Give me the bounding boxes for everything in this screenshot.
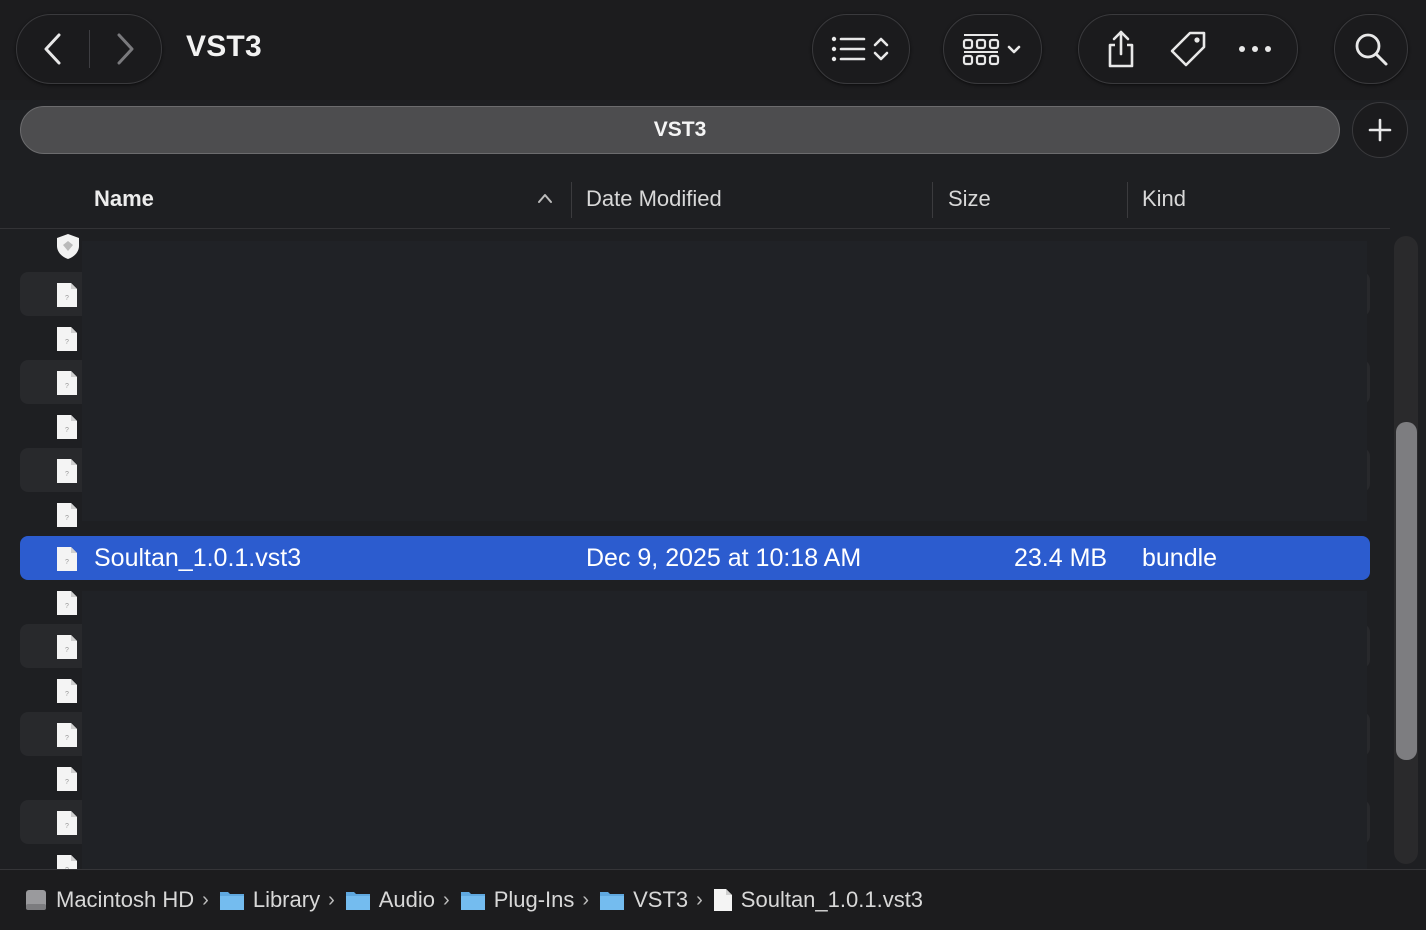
svg-text:?: ? [65, 691, 69, 698]
sort-ascending-icon [538, 194, 552, 203]
plus-icon [1368, 118, 1392, 142]
folder-icon [460, 892, 485, 910]
chevron-right-icon: › [696, 888, 703, 911]
file-icon: ? [57, 635, 77, 659]
actions-group [1078, 14, 1298, 84]
more-button[interactable] [1225, 15, 1285, 83]
tag-icon [1170, 31, 1206, 67]
breadcrumb-label: Audio [378, 887, 436, 912]
window-title: VST3 [186, 30, 262, 63]
file-list: ? ? ? ? ? ? ? Soultan_1.0.1.vst3 Dec 9, … [0, 229, 1390, 869]
toolbar: VST3 [0, 0, 1426, 100]
file-icon: ? [57, 855, 77, 869]
column-divider[interactable] [571, 182, 572, 218]
scrollbar-thumb[interactable] [1396, 422, 1417, 760]
file-icon: ? [57, 503, 77, 527]
breadcrumb-label: VST3 [633, 887, 689, 912]
navigation-group [16, 14, 162, 84]
share-button[interactable] [1091, 15, 1151, 83]
svg-text:?: ? [65, 647, 69, 654]
file-icon: ? [57, 371, 77, 395]
file-date-modified: Dec 9, 2025 at 10:18 AM [586, 544, 862, 572]
svg-text:?: ? [65, 603, 69, 610]
chevron-right-icon: › [582, 888, 590, 911]
back-button[interactable] [17, 15, 89, 83]
breadcrumb-item-library[interactable]: Library › [219, 887, 345, 913]
disk-icon [26, 890, 46, 910]
svg-text:?: ? [65, 427, 69, 434]
list-item-selected[interactable]: ? Soultan_1.0.1.vst3 Dec 9, 2025 at 10:1… [20, 536, 1370, 580]
file-name: Soultan_1.0.1.vst3 [94, 544, 302, 572]
list-view-icon [831, 36, 889, 62]
folder-icon [345, 892, 370, 910]
breadcrumb-item-soultan[interactable]: Soultan_1.0.1.vst3 [713, 887, 923, 913]
grid-view-icon [962, 34, 1020, 66]
search-button[interactable] [1334, 14, 1408, 84]
breadcrumb-item-audio[interactable]: Audio › [345, 887, 460, 913]
breadcrumb-label: Macintosh HD [56, 887, 195, 912]
folder-icon [600, 892, 625, 910]
chevron-right-icon: › [328, 888, 335, 911]
column-header-name[interactable]: Name [94, 186, 154, 212]
svg-text:?: ? [65, 779, 69, 786]
svg-text:?: ? [65, 515, 69, 522]
breadcrumb-label: Soultan_1.0.1.vst3 [740, 887, 924, 912]
column-divider[interactable] [932, 182, 933, 218]
file-icon: ? [57, 547, 77, 571]
chevron-right-icon [117, 33, 134, 65]
column-header: Name Date Modified Size Kind [0, 172, 1390, 229]
tag-button[interactable] [1158, 15, 1218, 83]
svg-text:?: ? [65, 339, 69, 346]
file-icon: ? [57, 327, 77, 351]
share-icon [1108, 30, 1133, 68]
svg-text:?: ? [65, 471, 69, 478]
file-icon: ? [57, 459, 77, 483]
tab-vst3[interactable]: VST3 [20, 106, 1340, 154]
forward-button[interactable] [90, 15, 162, 83]
breadcrumb: Macintosh HD › Library › Audio › Plug-In… [0, 869, 1426, 930]
file-icon: ? [57, 283, 77, 307]
breadcrumb-item-plug-ins[interactable]: Plug-Ins › [460, 887, 599, 913]
file-icon: ? [57, 415, 77, 439]
file-icon: ? [57, 723, 77, 747]
chevron-right-icon: › [202, 888, 209, 911]
svg-text:?: ? [65, 383, 69, 390]
obscured-region [82, 241, 1367, 521]
svg-text:?: ? [65, 295, 69, 302]
svg-text:?: ? [65, 823, 69, 830]
column-header-kind[interactable]: Kind [1142, 186, 1186, 212]
column-header-date[interactable]: Date Modified [586, 186, 722, 212]
chevron-left-icon [44, 33, 61, 65]
breadcrumb-label: Plug-Ins [493, 887, 575, 912]
file-size: 23.4 MB [1014, 544, 1108, 572]
svg-text:?: ? [65, 559, 69, 566]
column-header-size[interactable]: Size [948, 186, 991, 212]
breadcrumb-label: Library [252, 887, 321, 912]
file-icon: ? [57, 767, 77, 791]
view-options-button[interactable] [812, 14, 910, 84]
file-kind: bundle [1142, 544, 1218, 572]
file-icon: ? [57, 591, 77, 615]
svg-text:?: ? [65, 735, 69, 742]
file-icon: ? [57, 811, 77, 835]
shield-file-icon [57, 234, 79, 259]
file-icon [713, 889, 732, 911]
search-icon [1355, 33, 1388, 66]
column-divider[interactable] [1127, 182, 1128, 218]
new-tab-button[interactable] [1352, 102, 1408, 158]
obscured-region [82, 591, 1367, 869]
tab-label: VST3 [653, 118, 707, 141]
chevron-right-icon: › [443, 888, 450, 911]
file-icon: ? [57, 679, 77, 703]
ellipsis-icon [1239, 46, 1272, 52]
breadcrumb-item-macintosh-hd[interactable]: Macintosh HD › [24, 887, 219, 913]
folder-icon [219, 892, 244, 910]
breadcrumb-item-vst3[interactable]: VST3 › [599, 887, 713, 913]
group-by-button[interactable] [943, 14, 1042, 84]
